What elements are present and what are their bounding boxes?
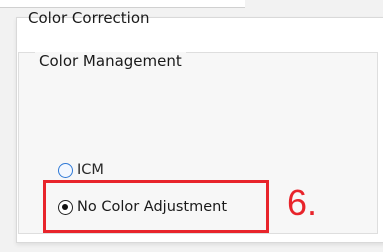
panel-title: Color Correction (28, 9, 150, 27)
step-number-annotation: 6. (287, 182, 318, 223)
group-legend: Color Management (35, 52, 186, 70)
highlight-box (43, 180, 269, 233)
icm-option[interactable]: ICM (58, 160, 104, 180)
window-top-edge (0, 0, 245, 8)
icm-radio-button[interactable] (58, 162, 73, 178)
icm-option-label: ICM (77, 162, 104, 178)
